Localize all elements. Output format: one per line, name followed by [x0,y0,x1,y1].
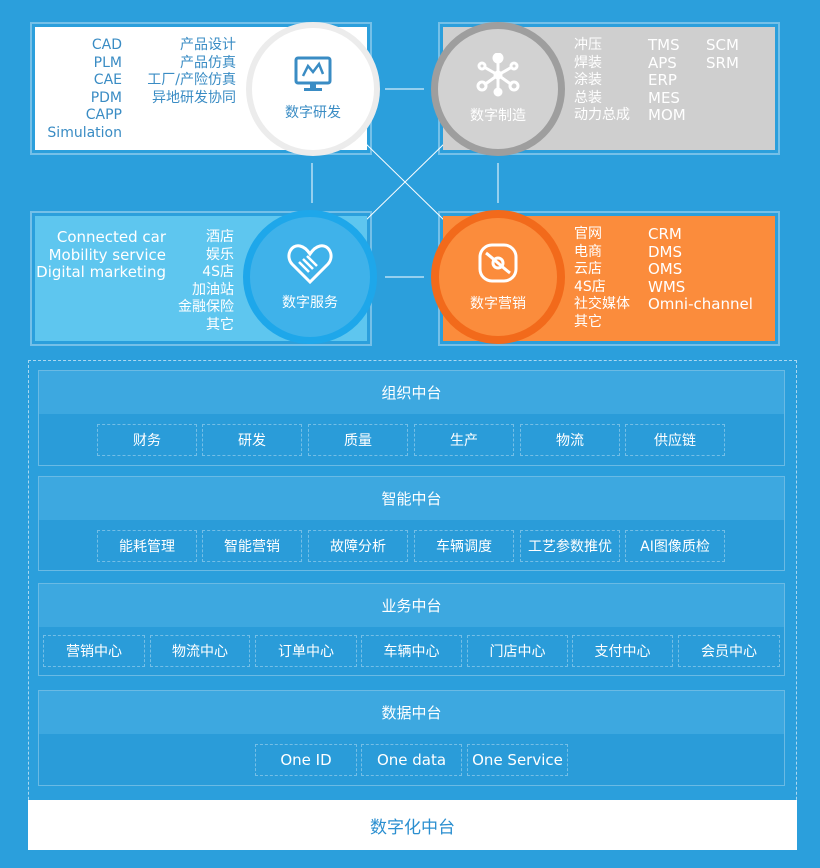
rd-function: 产品仿真 [180,54,236,71]
mfg-system: SRM [706,53,739,72]
svc-scenario: 加油站 [192,281,234,298]
svc-scenarios: 酒店 娱乐 4S店 加油站 金融保险 其它 [178,229,234,334]
section-title: 组织中台 [39,371,784,414]
rd-tool: Simulation [47,124,122,141]
mfg-system: MOM [648,106,686,124]
rd-functions: 产品设计 产品仿真 工厂/产险仿真 异地研发协同 [147,37,236,107]
module-item: 质量 [308,424,408,456]
svc-offering: Mobility service [48,245,166,264]
mfg-systems: TMS APS ERP MES MOM [648,36,686,125]
svc-title: 数字服务 [282,295,338,311]
section-title: 数据中台 [39,691,784,734]
svc-scenario: 金融保险 [178,299,234,315]
mkt-system: Omni-channel [648,295,753,313]
mfg-process: 动力总成 [574,107,630,123]
rd-tool: CAD [91,37,122,53]
module-item: 物流 [520,424,620,456]
mfg-process: 焊装 [574,54,602,71]
platform-footer: 数字化中台 [28,800,797,850]
mfg-circle: 数字制造 [431,22,565,156]
module-item: One data [361,744,462,776]
mkt-channel: 其它 [574,313,602,330]
module-item: 订单中心 [255,635,357,667]
module-item: AI图像质检 [625,530,725,562]
monitor-chart-icon [294,56,332,91]
section-title: 业务中台 [39,584,784,627]
mfg-process: 冲压 [574,37,602,53]
mkt-channels: 官网 电商 云店 4S店 社交媒体 其它 [574,226,630,331]
mfg-system: ERP [648,71,677,89]
mfg-system: SCM [706,36,739,54]
svc-circle: 数字服务 [243,210,377,344]
mkt-systems: CRM DMS OMS WMS Omni-channel [648,225,753,314]
rd-function: 产品设计 [180,37,236,53]
mkt-circle: 数字营销 [431,210,565,344]
module-item: 工艺参数推优 [520,530,620,562]
svc-offering: Digital marketing [36,263,166,281]
atom-target-icon [478,243,518,283]
svc-scenario: 其它 [206,316,234,333]
module-item: 财务 [97,424,197,456]
mkt-system: WMS [648,277,686,296]
rd-function: 工厂/产险仿真 [147,72,236,88]
mkt-channel: 电商 [574,243,602,260]
mfg-system: MES [648,88,680,107]
mfg-process: 涂装 [574,72,602,88]
module-item: 研发 [202,424,302,456]
mfg-system: TMS [648,36,680,54]
rd-tool: CAE [93,72,122,88]
module-item: 故障分析 [308,530,408,562]
mkt-title: 数字营销 [470,296,526,312]
mkt-channel: 官网 [574,226,602,242]
mfg-system: APS [648,53,677,72]
mkt-system: DMS [648,242,683,261]
svc-scenario: 酒店 [206,229,234,245]
module-item: 车辆中心 [361,635,462,667]
module-item: 智能营销 [202,530,302,562]
module-item: 物流中心 [150,635,250,667]
network-nodes-icon [476,53,520,97]
rd-tools: CAD PLM CAE PDM CAPP Simulation [47,37,122,142]
svc-scenario: 4S店 [202,264,234,280]
svc-offering: Connected car [56,228,166,246]
mkt-channel: 4S店 [574,278,606,295]
mkt-system: CRM [648,225,682,243]
mfg-systems-2: SCM SRM [706,36,739,72]
mfg-title: 数字制造 [470,108,526,124]
rd-circle: 数字研发 [246,22,380,156]
module-item: One ID [255,744,357,776]
rd-tool: PDM [90,89,122,106]
svc-offerings: Connected car Mobility service Digital mar… [36,228,166,282]
heart-handshake-icon [287,244,333,284]
rd-tool: PLM [93,54,122,71]
module-item: 支付中心 [572,635,673,667]
svc-scenario: 娱乐 [206,246,234,263]
module-item: 生产 [414,424,514,456]
module-item: One Service [467,744,568,776]
module-item: 车辆调度 [414,530,514,562]
rd-function: 异地研发协同 [152,89,236,106]
mkt-channel: 社交媒体 [574,296,630,312]
module-item: 营销中心 [43,635,145,667]
rd-tool: CAPP [85,107,122,123]
section-title: 智能中台 [39,477,784,520]
module-item: 供应链 [625,424,725,456]
module-item: 门店中心 [467,635,568,667]
module-item: 会员中心 [678,635,780,667]
module-item: 能耗管理 [97,530,197,562]
mkt-system: OMS [648,260,683,278]
rd-title: 数字研发 [285,105,341,121]
mkt-channel: 云店 [574,261,602,277]
mfg-process: 总装 [574,89,602,106]
mfg-processes: 冲压 焊装 涂装 总装 动力总成 [574,37,630,125]
